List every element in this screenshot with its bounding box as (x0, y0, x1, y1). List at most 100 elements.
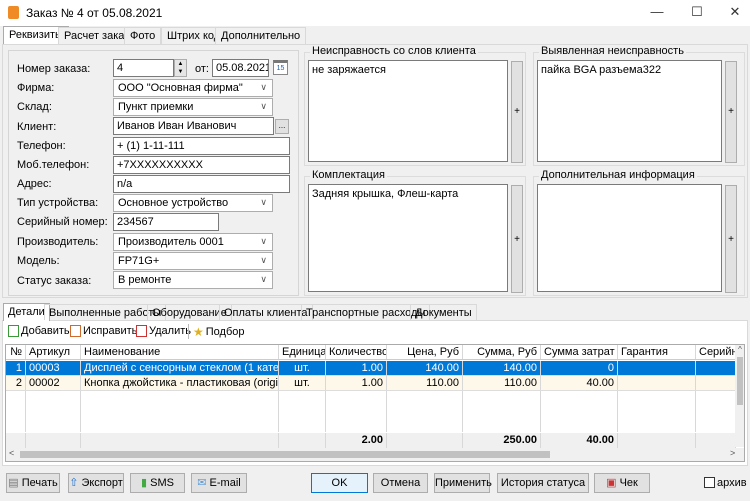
tab-documents[interactable]: Документы (410, 304, 477, 320)
app-icon (8, 6, 19, 19)
receipt-label: Чек (619, 477, 638, 489)
cancel-button[interactable]: Отмена (373, 473, 428, 493)
cell: 00002 (26, 376, 81, 390)
toolbar-separator (188, 324, 189, 339)
sms-button[interactable]: ▮ SMS (130, 473, 185, 493)
found-fault-textarea[interactable]: пайка BGA разъема322 (537, 60, 722, 162)
address-label: Адрес: (17, 178, 52, 190)
cell (463, 391, 541, 432)
cell: Количество (326, 345, 387, 359)
print-label: Печать (21, 477, 58, 489)
receipt-button[interactable]: ▣ Чек (594, 473, 650, 493)
delete-icon (136, 325, 147, 337)
vertical-scrollbar[interactable]: ^ (735, 345, 744, 447)
calendar-icon[interactable]: 15 (273, 60, 288, 75)
mail-icon: ✉ (197, 477, 210, 489)
horizontal-scrollbar[interactable]: < > (6, 448, 744, 461)
client-browse-button[interactable]: ... (275, 119, 289, 134)
serial-label: Серийный номер: (17, 216, 108, 228)
apply-button[interactable]: Применить (434, 473, 492, 493)
cell: 00003 (26, 361, 81, 375)
cell: № (6, 345, 26, 359)
client-fault-add-button[interactable]: + (511, 61, 523, 163)
close-button[interactable]: ✕ (720, 4, 750, 22)
model-select[interactable]: FP71G+ ∨ (113, 252, 273, 270)
cell: Наименование (81, 345, 279, 359)
chevron-down-icon: ∨ (260, 274, 267, 284)
maker-select[interactable]: Производитель 0001 ∨ (113, 233, 273, 251)
status-label: Статус заказа: (17, 275, 92, 287)
extra-info-textarea[interactable] (537, 184, 722, 292)
order-no-input[interactable]: 4 (113, 59, 174, 77)
cell (696, 433, 736, 448)
scroll-right-icon[interactable]: > (730, 448, 735, 458)
email-button[interactable]: ✉ E-mail (191, 473, 247, 493)
scroll-up-icon[interactable]: ^ (735, 345, 744, 355)
add-button[interactable]: Добавить (8, 325, 70, 337)
phone-icon: ▮ (141, 477, 151, 489)
tab-additional[interactable]: Дополнительно (215, 27, 307, 44)
cell (81, 433, 279, 448)
scroll-thumb[interactable] (20, 451, 550, 458)
cell: Кнопка джойстика - пластиковая (original… (81, 376, 279, 390)
status-history-button[interactable]: История статуса (497, 473, 589, 493)
address-input[interactable]: n/a (113, 175, 290, 193)
device-type-value: Основное устройство (118, 197, 229, 209)
cell: 110.00 (387, 376, 463, 390)
client-input[interactable]: Иванов Иван Иванович (113, 117, 274, 135)
phone-input[interactable]: + (1) 1-11-111 (113, 137, 290, 155)
cell: Дисплей с сенсорным стеклом (1 категория… (81, 361, 279, 375)
firm-label: Фирма: (17, 82, 55, 94)
warehouse-select[interactable]: Пункт приемки ∨ (113, 98, 273, 116)
extra-info-add-button[interactable]: + (725, 185, 737, 293)
cell (26, 433, 81, 448)
edit-button[interactable]: Исправить (70, 325, 137, 337)
client-fault-group: Неисправность со слов клиента не заряжае… (304, 45, 526, 166)
device-type-select[interactable]: Основное устройство ∨ (113, 194, 273, 212)
serial-input[interactable]: 234567 (113, 213, 219, 231)
firm-select[interactable]: ООО "Основная фирма" ∨ (113, 79, 273, 97)
maker-value: Производитель 0001 (118, 236, 224, 248)
order-no-label: Номер заказа: (17, 63, 91, 75)
minimize-button[interactable]: — (642, 4, 672, 22)
cell (387, 391, 463, 432)
table-empty-area (6, 391, 736, 432)
cell: 250.00 (463, 433, 541, 448)
table-row[interactable]: 2 00002 Кнопка джойстика - пластиковая (or… (6, 376, 736, 391)
chevron-down-icon: ∨ (260, 255, 267, 265)
ok-button[interactable]: OK (311, 473, 368, 493)
tab-payments[interactable]: Оплаты клиента (219, 304, 313, 320)
scroll-left-icon[interactable]: < (9, 448, 14, 458)
archive-checkbox[interactable] (704, 477, 715, 488)
order-no-spinner[interactable]: ▲ ▼ (174, 59, 187, 77)
tab-details[interactable]: Детали (3, 303, 50, 321)
date-input[interactable]: 05.08.2021 (212, 59, 269, 77)
extra-info-title: Дополнительная информация (539, 169, 697, 181)
client-fault-textarea[interactable]: не заряжается (308, 60, 508, 162)
pick-button[interactable]: ★ Подбор (193, 325, 245, 339)
star-icon: ★ (193, 325, 204, 339)
kit-add-button[interactable]: + (511, 185, 523, 293)
cell (279, 391, 326, 432)
cell: Сумма затрат (541, 345, 618, 359)
cell (279, 433, 326, 448)
scroll-thumb[interactable] (737, 357, 743, 405)
table-row[interactable]: 1 00003 Дисплей с сенсорным стеклом (1 кат… (6, 361, 736, 376)
delete-button[interactable]: Удалить (136, 325, 191, 337)
found-fault-title: Выявленная неисправность (539, 45, 686, 57)
tab-photo[interactable]: Фото (124, 27, 162, 44)
export-button[interactable]: ⇧ Экспорт (68, 473, 124, 493)
cell: 110.00 (463, 376, 541, 390)
print-button[interactable]: ▤ Печать (6, 473, 60, 493)
cell: 1 (6, 361, 26, 375)
kit-title: Комплектация (310, 169, 387, 181)
status-select[interactable]: В ремонте ∨ (113, 271, 273, 289)
maximize-button[interactable]: ☐ (682, 4, 712, 22)
mobile-input[interactable]: +7XXXXXXXXXX (113, 156, 290, 174)
found-fault-group: Выявленная неисправность пайка BGA разъе… (533, 45, 745, 166)
details-table: № Артикул Наименование Единица Количество Цен… (5, 344, 745, 462)
kit-group: Комплектация Задняя крышка, Флеш-карта + (304, 169, 526, 296)
kit-textarea[interactable]: Задняя крышка, Флеш-карта (308, 184, 508, 292)
cell: шт. (279, 361, 326, 375)
found-fault-add-button[interactable]: + (725, 61, 737, 163)
